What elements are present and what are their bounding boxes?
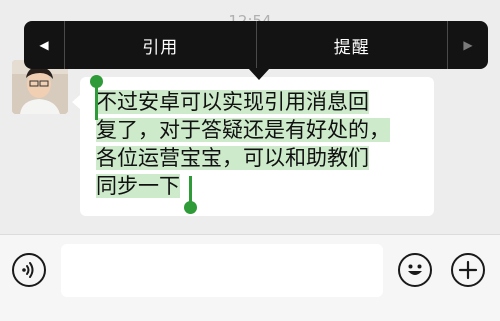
context-menu: ◀ 引用 提醒 ▶ [24,21,488,69]
emoji-button[interactable] [398,253,432,287]
menu-pointer [248,68,270,80]
message-line: 不过安卓可以实现引用消息回 [96,90,369,114]
selection-start-handle[interactable] [90,75,103,120]
message-line: 同步一下 [96,174,180,198]
menu-item-remind[interactable]: 提醒 [257,21,448,69]
message-line: 复了，对于答疑还是有好处的， [96,118,390,142]
triangle-right-icon: ▶ [463,38,473,52]
menu-item-quote[interactable]: 引用 [65,21,256,69]
triangle-left-icon: ◀ [39,38,49,52]
message-line: 各位运营宝宝，可以和助教们 [96,146,369,170]
selection-end-handle[interactable] [184,176,197,214]
message-text[interactable]: 不过安卓可以实现引用消息回 复了，对于答疑还是有好处的， 各位运营宝宝，可以和助… [96,88,426,200]
voice-icon [22,262,34,278]
message-input[interactable] [61,244,383,297]
plus-icon [458,260,478,280]
add-button[interactable] [451,253,485,287]
voice-button[interactable] [12,253,46,287]
menu-prev-button[interactable]: ◀ [24,21,64,69]
menu-next-button[interactable]: ▶ [448,21,488,69]
emoji-icon [408,264,422,275]
